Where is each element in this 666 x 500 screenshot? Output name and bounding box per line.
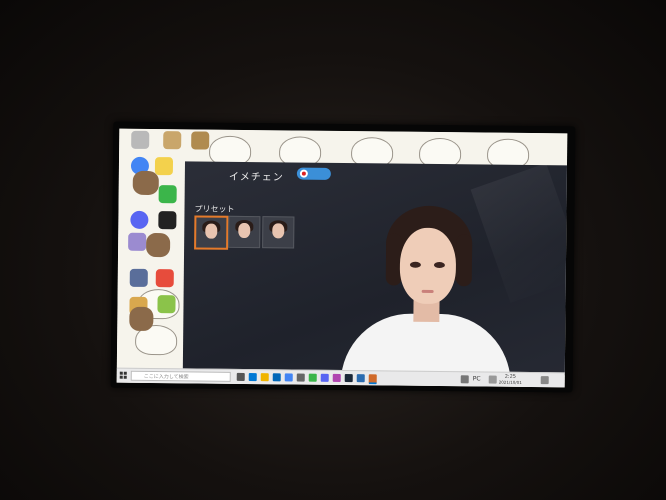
japan-flag-icon (299, 169, 308, 178)
avatar-hair-side (455, 234, 473, 287)
chrome-taskbar-icon[interactable] (284, 373, 293, 382)
preset-face (238, 222, 251, 239)
bear-sticker-icon[interactable] (146, 232, 171, 258)
store-icon[interactable] (272, 373, 281, 382)
tray-icon[interactable] (460, 375, 469, 384)
taskbar-app-icon[interactable] (296, 373, 305, 382)
preset-face (272, 223, 285, 239)
bear-sticker-icon[interactable] (129, 306, 154, 332)
desktop-shortcut-icon[interactable] (157, 295, 176, 314)
desktop-shortcut-icon[interactable] (163, 131, 182, 150)
preset-thumbnail[interactable] (194, 215, 229, 250)
language-flag-badge[interactable] (296, 167, 331, 180)
preset-label: プリセット (194, 204, 235, 214)
avatar-mouth (421, 289, 434, 293)
monitor-screen: イメチェン プリセット ここに入力して検索 PC 2:25 2021/10/01 (116, 128, 568, 388)
taskbar-date[interactable]: 2021/10/01 (499, 380, 522, 386)
file-explorer-icon[interactable] (260, 373, 269, 382)
taskbar-app-icon[interactable] (332, 373, 341, 382)
steam-icon[interactable] (344, 374, 353, 383)
language-indicator[interactable]: PC (473, 375, 481, 383)
discord-taskbar-icon[interactable] (320, 373, 329, 382)
desktop-shortcut-icon[interactable] (191, 131, 210, 150)
avatar-eye (433, 261, 445, 269)
network-icon[interactable] (488, 375, 497, 384)
desktop-shortcut-icon[interactable] (155, 269, 174, 288)
line-icon[interactable] (158, 185, 177, 204)
app-title: イメチェン (228, 171, 284, 184)
preset-thumbnail[interactable] (262, 216, 295, 249)
windows-start-icon[interactable] (119, 371, 128, 380)
avatar-eye (409, 261, 421, 268)
bear-sticker-icon[interactable] (132, 170, 159, 196)
preset-face (205, 223, 218, 239)
active-app-icon[interactable] (368, 374, 377, 385)
taskbar-app-icon[interactable] (356, 374, 365, 383)
preset-thumbnail[interactable] (228, 215, 261, 249)
desktop-shortcut-icon[interactable] (129, 268, 148, 287)
task-view-icon[interactable] (236, 372, 245, 381)
desktop-shortcut-icon[interactable] (128, 232, 147, 251)
desktop-shortcut-icon[interactable] (154, 157, 174, 176)
discord-icon[interactable] (130, 210, 149, 229)
recycle-bin-icon[interactable] (131, 130, 150, 149)
desktop-shortcut-icon[interactable] (158, 211, 177, 230)
notification-icon[interactable] (540, 376, 549, 385)
taskbar-search-input[interactable]: ここに入力して検索 (130, 370, 231, 382)
edge-icon[interactable] (248, 373, 257, 382)
line-taskbar-icon[interactable] (308, 373, 317, 382)
